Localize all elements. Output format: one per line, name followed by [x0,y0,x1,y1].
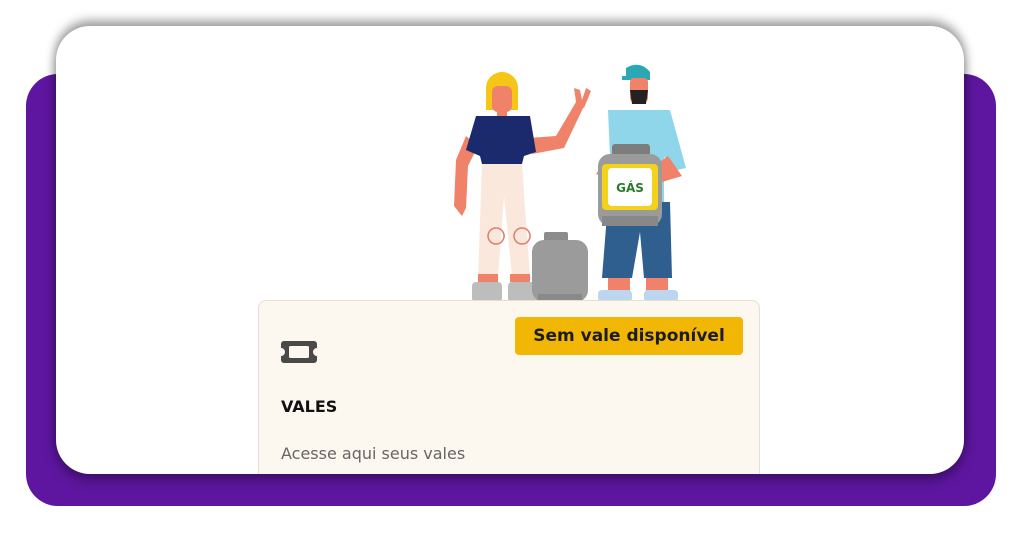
cylinder-label-text: GÁS [616,180,644,195]
page-stage: GÁS Sem vale disponível VALES Acesse aqu… [0,0,1024,536]
status-badge: Sem vale disponível [515,317,743,355]
vales-description: Acesse aqui seus vales [281,444,466,463]
held-gas-cylinder: GÁS [598,144,662,226]
vales-card[interactable]: Sem vale disponível VALES Acesse aqui se… [258,300,760,474]
floor-gas-cylinder [532,232,588,302]
vales-title: VALES [281,397,338,416]
ticket-icon [281,341,317,363]
people-with-gas-cylinders-illustration: GÁS [454,64,686,302]
main-card: GÁS Sem vale disponível VALES Acesse aqu… [56,26,964,474]
